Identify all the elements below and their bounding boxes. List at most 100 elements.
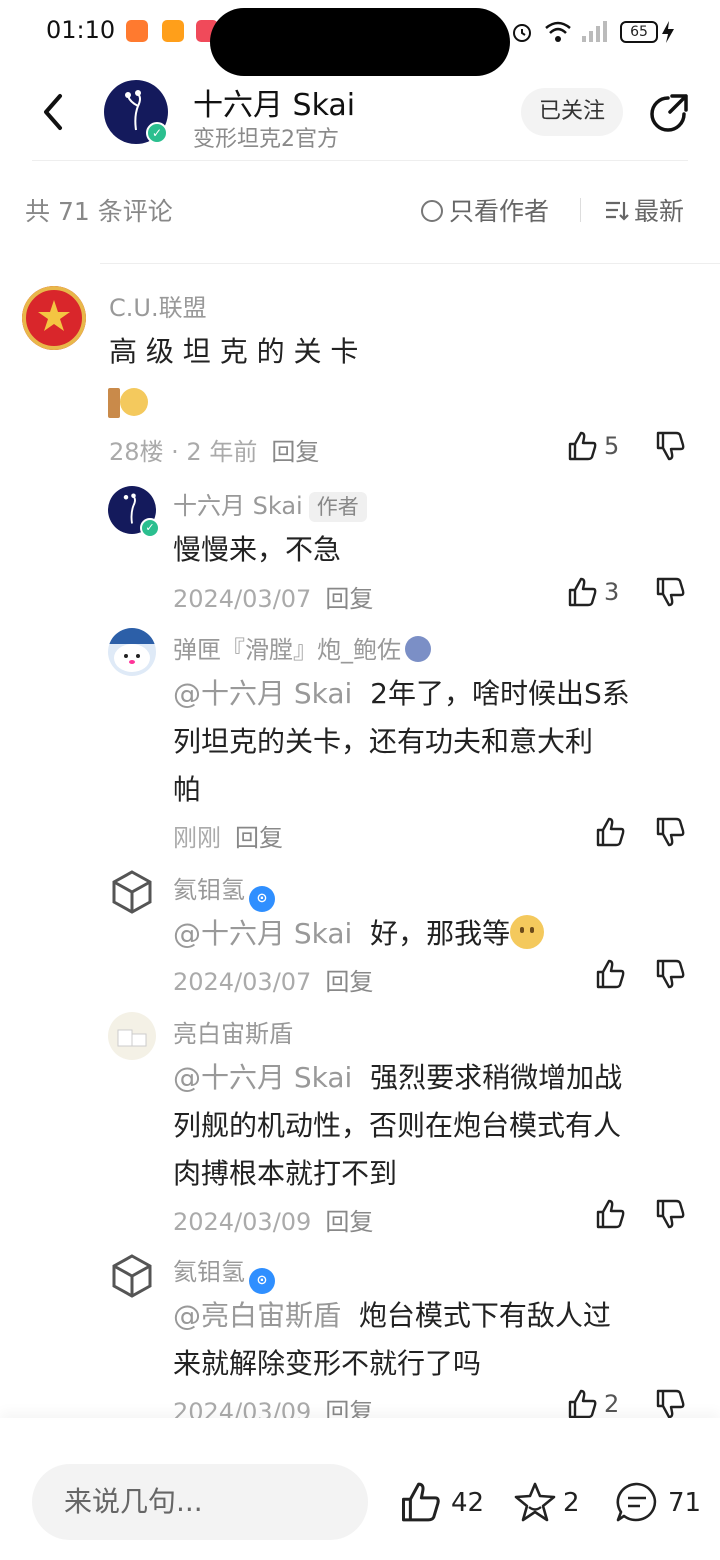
comment-text: 慢慢来，不急 xyxy=(173,533,342,566)
comment-username[interactable]: 氦钼氢 ⊙ xyxy=(173,870,275,912)
avatar[interactable] xyxy=(108,1012,156,1060)
mention-link[interactable]: @十六月 Skai xyxy=(173,1061,352,1094)
only-author-toggle[interactable]: 只看作者 xyxy=(421,192,549,228)
comment-date: 2024/03/07 xyxy=(173,585,312,613)
gamepad-badge-icon: ⊙ xyxy=(249,886,275,912)
smile-emoji-icon xyxy=(510,915,545,949)
sticker-image xyxy=(108,384,148,420)
comment-meta: 2024/03/07 回复 xyxy=(173,962,373,997)
sort-icon xyxy=(606,201,629,221)
battery-level: 65 xyxy=(630,24,648,40)
comment-bubble-icon[interactable] xyxy=(614,1480,660,1524)
divider xyxy=(32,160,688,161)
favorite-count: 2 xyxy=(563,1488,580,1518)
dislike-icon[interactable] xyxy=(654,430,686,462)
white-blocks-icon xyxy=(117,1029,147,1047)
reply-button[interactable]: 回复 xyxy=(325,968,373,996)
like-count: 2 xyxy=(604,1390,620,1418)
comment-line: 炮台模式下有敌人过 xyxy=(358,1299,611,1332)
like-count: 5 xyxy=(604,432,620,460)
gamepad-badge-icon: ⊙ xyxy=(249,1268,275,1294)
follow-button[interactable]: 已关注 xyxy=(521,88,623,136)
comment-username[interactable]: 十六月 Skai 作者 xyxy=(173,486,367,522)
comment-username[interactable]: 弹匣『滑膛』炮_鲍佐 xyxy=(173,630,431,665)
app-notification-icon xyxy=(126,20,148,42)
post-like-count: 42 xyxy=(451,1488,485,1518)
sort-newest-label: 最新 xyxy=(634,197,685,226)
mention-link[interactable]: @十六月 Skai xyxy=(173,917,352,950)
radio-circle-icon xyxy=(421,200,443,222)
reply-button[interactable]: 回复 xyxy=(325,585,373,613)
avatar[interactable] xyxy=(108,628,156,676)
comment-floor-time: 28楼 · 2 年前 xyxy=(109,438,258,466)
like-icon[interactable] xyxy=(566,430,598,462)
comment-line: 好，那我等 xyxy=(370,917,511,950)
divider xyxy=(580,198,581,222)
comment-text: 高 级 坦 克 的 关 卡 xyxy=(109,335,359,368)
divider xyxy=(100,263,720,264)
back-arrow-icon[interactable] xyxy=(36,92,72,132)
comment-total-count: 71 xyxy=(668,1488,702,1518)
status-bar: 01:10 65 xyxy=(0,0,720,76)
cartoon-cat-icon xyxy=(108,628,156,672)
comment-date: 刚刚 xyxy=(173,824,221,852)
dislike-icon[interactable] xyxy=(654,576,686,608)
comment-meta: 2024/03/09 回复 xyxy=(173,1202,373,1237)
mention-link[interactable]: @十六月 Skai xyxy=(173,677,352,710)
signal-icon xyxy=(582,21,607,42)
dislike-icon[interactable] xyxy=(654,816,686,848)
comment-line: 肉搏根本就打不到 xyxy=(173,1157,398,1190)
camera-notch xyxy=(210,8,510,76)
like-icon[interactable] xyxy=(398,1480,442,1524)
comment-meta: 2024/03/07 回复 xyxy=(173,579,373,614)
comment-username[interactable]: C.U.联盟 xyxy=(109,288,207,323)
reply-button[interactable]: 回复 xyxy=(235,824,283,852)
share-icon[interactable] xyxy=(646,92,690,136)
dislike-icon[interactable] xyxy=(654,1198,686,1230)
level-badge-icon xyxy=(405,636,431,662)
comment-text: @亮白宙斯盾 炮台模式下有敌人过 xyxy=(173,1292,611,1340)
author-subtitle: 变形坦克2官方 xyxy=(193,127,339,152)
favorite-star-icon[interactable] xyxy=(512,1480,558,1524)
avatar[interactable] xyxy=(108,868,156,916)
dislike-icon[interactable] xyxy=(654,958,686,990)
comment-line: 帕 xyxy=(173,773,202,806)
alarm-icon xyxy=(513,24,531,42)
comment-date: 2024/03/09 xyxy=(173,1208,312,1236)
comment-text: @十六月 Skai 强烈要求稍微增加战 xyxy=(173,1054,622,1102)
comment-username[interactable]: 亮白宙斯盾 xyxy=(173,1014,293,1049)
author-avatar[interactable]: ✓ xyxy=(104,80,168,144)
battery-icon: 65 xyxy=(620,21,658,43)
like-icon[interactable] xyxy=(594,1198,626,1230)
comment-username[interactable]: 氦钼氢 ⊙ xyxy=(173,1252,275,1294)
avatar[interactable]: ✓ xyxy=(108,486,160,538)
only-author-label: 只看作者 xyxy=(449,197,550,226)
emblem-icon xyxy=(22,286,86,350)
dislike-icon[interactable] xyxy=(654,1388,686,1420)
verified-badge-icon: ✓ xyxy=(140,518,160,538)
comment-line: 2年了，啥时候出S系 xyxy=(370,677,630,710)
author-tag: 作者 xyxy=(308,492,367,522)
username-text: 十六月 Skai xyxy=(173,492,303,520)
comment-line: 列舰的机动性，否则在炮台模式有人 xyxy=(173,1109,622,1142)
comment-line: 强烈要求稍微增加战 xyxy=(370,1061,623,1094)
username-text: 氦钼氢 xyxy=(173,876,245,904)
like-icon[interactable] xyxy=(566,576,598,608)
username-text: 氦钼氢 xyxy=(173,1258,245,1286)
cube-logo-icon xyxy=(112,870,152,914)
wifi-icon xyxy=(545,21,571,42)
comment-input[interactable]: 来说几句... xyxy=(32,1464,368,1540)
like-icon[interactable] xyxy=(594,816,626,848)
avatar[interactable] xyxy=(108,1252,156,1300)
avatar[interactable] xyxy=(22,286,86,350)
comment-line: 来就解除变形不就行了吗 xyxy=(173,1347,482,1380)
comment-count: 共 71 条评论 xyxy=(25,197,173,226)
reply-button[interactable]: 回复 xyxy=(271,438,319,466)
mention-link[interactable]: @亮白宙斯盾 xyxy=(173,1299,341,1332)
like-icon[interactable] xyxy=(566,1388,598,1420)
like-icon[interactable] xyxy=(594,958,626,990)
reply-button[interactable]: 回复 xyxy=(325,1208,373,1236)
comment-meta: 刚刚 回复 xyxy=(173,818,283,853)
comment-line: 列坦克的关卡，还有功夫和意大利 xyxy=(173,725,594,758)
sort-newest-button[interactable]: 最新 xyxy=(604,192,684,228)
